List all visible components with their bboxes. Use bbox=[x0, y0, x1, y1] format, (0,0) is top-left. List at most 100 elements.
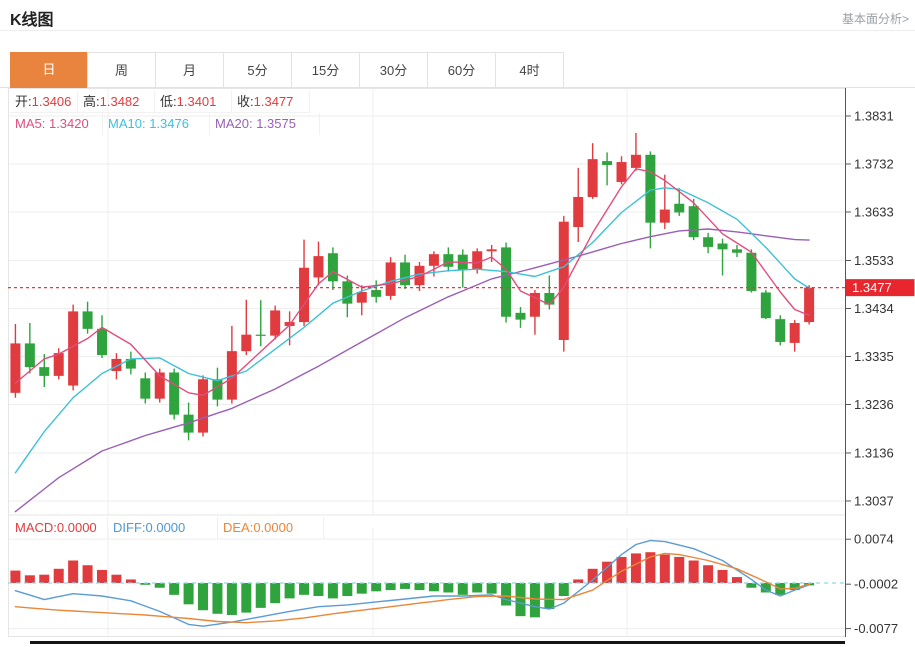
macd-bar bbox=[24, 575, 35, 583]
macd-bar bbox=[371, 583, 382, 592]
macd-bar bbox=[212, 583, 223, 614]
macd-axis-label: -0.0077 bbox=[854, 621, 898, 636]
candle-body bbox=[731, 249, 742, 253]
candle-body bbox=[140, 378, 151, 399]
macd-bar bbox=[529, 583, 540, 618]
tab-5分[interactable]: 5分 bbox=[223, 52, 292, 88]
high-label: 高: bbox=[83, 94, 100, 109]
macd-bar bbox=[97, 569, 108, 583]
candle-body bbox=[53, 353, 64, 376]
candle-body bbox=[198, 379, 209, 433]
candle-body bbox=[371, 290, 382, 297]
ohlc-row: 开:1.3406 高:1.3482 低:1.3401 收:1.3477 bbox=[10, 91, 310, 113]
macd-bar bbox=[198, 583, 209, 611]
macd-bar bbox=[731, 577, 742, 583]
candle-body bbox=[255, 334, 266, 336]
open-value: 1.3406 bbox=[31, 94, 72, 109]
macd-bar bbox=[284, 583, 295, 599]
macd-bar bbox=[356, 583, 367, 594]
candle-body bbox=[385, 262, 396, 296]
candle-body bbox=[97, 328, 108, 356]
ma20-value: MA20: 1.3575 bbox=[210, 113, 320, 135]
candle-body bbox=[659, 209, 670, 223]
high-value: 1.3482 bbox=[99, 94, 140, 109]
macd-bar bbox=[10, 570, 21, 583]
macd-bar bbox=[674, 556, 685, 583]
candle-body bbox=[299, 267, 310, 323]
macd-bar bbox=[327, 583, 338, 599]
macd-bar bbox=[472, 583, 483, 593]
macd-bar bbox=[111, 574, 122, 583]
macd-bar bbox=[746, 583, 757, 588]
macd-bar bbox=[68, 560, 79, 583]
y-axis-label: 1.3831 bbox=[854, 109, 894, 124]
candle-body bbox=[82, 311, 93, 329]
macd-bar bbox=[443, 583, 454, 593]
fundamental-analysis-link[interactable]: 基本面分析> bbox=[842, 10, 909, 27]
candle-body bbox=[39, 367, 50, 376]
ma5-value: MA5: 1.3420 bbox=[10, 113, 103, 135]
ma-row: MA5: 1.3420 MA10: 1.3476 MA20: 1.3575 bbox=[10, 113, 320, 135]
candle-body bbox=[775, 319, 786, 342]
y-axis-label: 1.3434 bbox=[854, 301, 894, 316]
macd-bar bbox=[299, 583, 310, 595]
macd-axis-label: -0.0002 bbox=[854, 577, 898, 592]
macd-bar bbox=[544, 583, 555, 610]
tab-日[interactable]: 日 bbox=[10, 52, 88, 89]
candle-body bbox=[327, 253, 338, 282]
macd-bar bbox=[703, 565, 714, 583]
ma20-line bbox=[14, 228, 810, 513]
tab-30分[interactable]: 30分 bbox=[359, 52, 428, 88]
macd-bar bbox=[515, 583, 526, 617]
candle-body bbox=[241, 334, 252, 352]
macd-bar bbox=[486, 583, 497, 594]
macd-bar bbox=[53, 568, 64, 583]
kline-chart[interactable]: 1.3831 1.3732 1.3633 1.3533 1.3434 1.3335 1.32… bbox=[0, 88, 915, 637]
open-label: 开: bbox=[15, 94, 32, 109]
candle-body bbox=[428, 254, 439, 266]
page-title: K线图 bbox=[10, 12, 54, 29]
y-axis-label: 1.3136 bbox=[854, 445, 894, 460]
candle-body bbox=[760, 292, 771, 319]
macd-bar bbox=[428, 583, 439, 592]
candle-body bbox=[746, 252, 757, 292]
macd-bar bbox=[255, 583, 266, 608]
candle-body bbox=[573, 196, 584, 228]
candle-body bbox=[717, 243, 728, 250]
macd-bar bbox=[342, 583, 353, 597]
macd-bar bbox=[270, 583, 281, 604]
y-axis-label: 1.3335 bbox=[854, 349, 894, 364]
close-label: 收: bbox=[237, 94, 254, 109]
tab-60分[interactable]: 60分 bbox=[427, 52, 496, 88]
candle-body bbox=[789, 323, 800, 343]
tab-4时[interactable]: 4时 bbox=[495, 52, 564, 88]
macd-bar bbox=[414, 583, 425, 591]
ohlc-low: 低:1.3401 bbox=[155, 91, 232, 113]
candle-body bbox=[630, 154, 641, 168]
macd-bar bbox=[659, 554, 670, 583]
kline-chart-svg: 1.3831 1.3732 1.3633 1.3533 1.3434 1.3335 1.32… bbox=[8, 88, 915, 637]
candle-body bbox=[674, 203, 685, 213]
low-label: 低: bbox=[160, 94, 177, 109]
tab-周[interactable]: 周 bbox=[87, 52, 156, 88]
candle-body bbox=[356, 292, 367, 303]
candle-body bbox=[400, 262, 411, 286]
candle-body bbox=[443, 254, 454, 267]
y-axis-label: 1.3633 bbox=[854, 205, 894, 220]
close-value: 1.3477 bbox=[253, 94, 294, 109]
candle-body bbox=[804, 287, 815, 323]
candle-body bbox=[270, 310, 281, 336]
y-axis-label: 1.3037 bbox=[854, 493, 894, 508]
macd-bar bbox=[39, 574, 50, 583]
candle-body bbox=[703, 237, 714, 247]
diff-value: DIFF:0.0000 bbox=[108, 517, 218, 539]
bottom-divider-bar bbox=[30, 641, 845, 644]
interval-tabs: 日周月 5分 15分 30分 60分 4时 bbox=[10, 52, 564, 89]
macd-bar bbox=[558, 583, 569, 597]
macd-bar bbox=[630, 553, 641, 583]
macd-bar bbox=[183, 583, 194, 605]
candle-body bbox=[472, 251, 483, 270]
tab-15分[interactable]: 15分 bbox=[291, 52, 360, 88]
tab-月[interactable]: 月 bbox=[155, 52, 224, 88]
macd-value: MACD:0.0000 bbox=[10, 517, 108, 539]
